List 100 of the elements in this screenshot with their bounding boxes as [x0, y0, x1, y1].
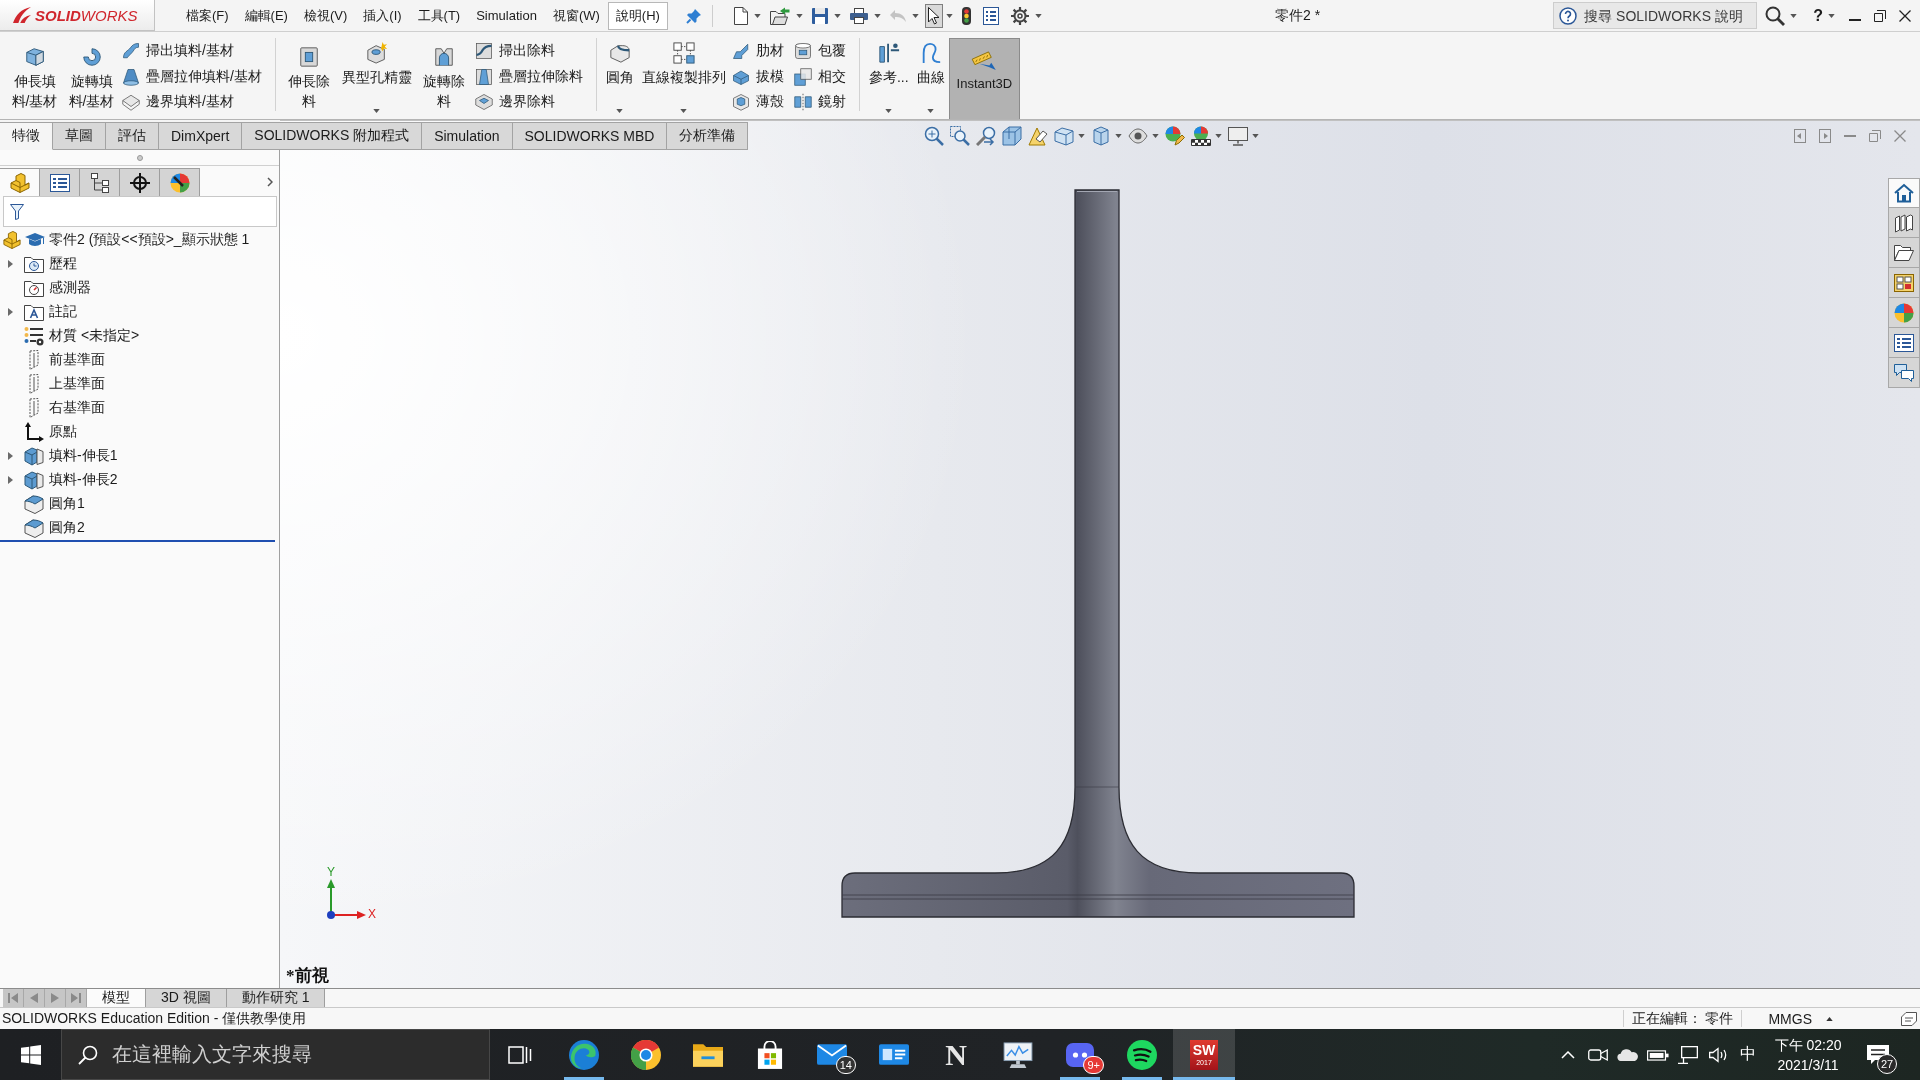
- caret-icon[interactable]: [1252, 133, 1259, 138]
- splitter-handle-icon[interactable]: [136, 154, 143, 161]
- tab[interactable]: 模型: [87, 989, 146, 1007]
- pin-icon[interactable]: [685, 7, 702, 24]
- task-pane-tab[interactable]: [1888, 178, 1920, 208]
- ribbon-button[interactable]: 異型孔精靈: [337, 32, 416, 87]
- ribbon-button[interactable]: 邊界填料/基材: [122, 90, 262, 114]
- ribbon-button[interactable]: 邊界除料: [474, 90, 583, 114]
- panel-tab[interactable]: [160, 168, 200, 196]
- menu-item[interactable]: 視窗(W): [544, 1, 608, 30]
- caret-icon[interactable]: [680, 109, 688, 113]
- tab[interactable]: Simulation: [422, 122, 513, 150]
- caret-icon[interactable]: [795, 13, 803, 18]
- panel-tab[interactable]: [120, 168, 160, 196]
- menu-item[interactable]: 說明(H): [607, 1, 668, 30]
- video-camera-icon[interactable]: [1588, 1047, 1608, 1062]
- ribbon-button[interactable]: 伸長填料/基材: [6, 32, 63, 111]
- tree-item[interactable]: 原點: [49, 423, 77, 441]
- tree-item[interactable]: 圓角1: [49, 495, 85, 513]
- tree-item[interactable]: 註記: [49, 303, 77, 321]
- zoom-area-icon[interactable]: [950, 125, 970, 146]
- ribbon-button[interactable]: 肋材: [731, 39, 784, 63]
- input-method-indicator[interactable]: 中: [1733, 1029, 1763, 1080]
- zoom-fit-icon[interactable]: [924, 125, 944, 146]
- appearance-edit-icon[interactable]: [1165, 125, 1185, 146]
- tile-left-icon[interactable]: [1794, 128, 1806, 143]
- task-pane-tab[interactable]: [1888, 238, 1920, 268]
- caret-icon[interactable]: [1152, 133, 1159, 138]
- menu-item[interactable]: 編輯(E): [236, 1, 296, 30]
- ribbon-button[interactable]: 掃出除料: [474, 39, 583, 63]
- task-pane-tab[interactable]: [1888, 268, 1920, 298]
- ribbon-button[interactable]: 薄殼: [731, 90, 784, 114]
- ribbon-button[interactable]: 鏡射: [793, 90, 846, 114]
- ribbon-button[interactable]: 疊層拉伸除料: [474, 64, 583, 89]
- cloud-icon[interactable]: [1617, 1048, 1639, 1061]
- tab[interactable]: 評估: [106, 122, 159, 150]
- menu-item[interactable]: Simulation: [468, 3, 545, 28]
- tree-item[interactable]: 填料-伸長1: [49, 447, 118, 465]
- tab[interactable]: 3D 視圖: [146, 989, 227, 1007]
- ribbon-button[interactable]: 旋轉除料: [415, 32, 473, 111]
- expand-arrow-icon[interactable]: [7, 476, 13, 484]
- tree-item[interactable]: 右基準面: [49, 399, 105, 417]
- menu-item[interactable]: 插入(I): [355, 1, 410, 30]
- ribbon-button[interactable]: 疊層拉伸填料/基材: [122, 64, 262, 89]
- tree-item[interactable]: 填料-伸長2: [49, 471, 118, 489]
- caret-icon[interactable]: [1826, 1016, 1833, 1021]
- caret-icon[interactable]: [833, 13, 841, 18]
- speaker-icon[interactable]: [1708, 1045, 1728, 1064]
- caret-icon[interactable]: [1034, 13, 1042, 18]
- caret-icon[interactable]: [927, 109, 935, 113]
- ribbon-button[interactable]: 相交: [793, 64, 846, 89]
- clock-date[interactable]: 2021/3/11: [1777, 1054, 1839, 1075]
- ribbon-button[interactable]: 圓角: [601, 32, 638, 87]
- caret-icon[interactable]: [873, 13, 881, 18]
- caret-icon[interactable]: [373, 109, 381, 113]
- section-view-icon[interactable]: [1002, 125, 1022, 146]
- task-pane-tab[interactable]: [1888, 328, 1920, 358]
- tab[interactable]: SOLIDWORKS 附加程式: [242, 122, 423, 150]
- taskbar-app-button[interactable]: N: [925, 1029, 987, 1080]
- tree-item[interactable]: 零件2 (預設<<預設>_顯示狀態 1: [49, 231, 250, 249]
- tree-item[interactable]: 前基準面: [49, 351, 105, 369]
- ribbon-button[interactable]: 曲線: [912, 32, 949, 87]
- network-icon[interactable]: [1678, 1045, 1698, 1064]
- clock-time[interactable]: 下午 02:20: [1774, 1034, 1842, 1055]
- chevron-right-icon[interactable]: [267, 177, 273, 187]
- ribbon-button[interactable]: 參考...: [864, 32, 913, 87]
- scene-icon[interactable]: [1191, 125, 1211, 146]
- expand-arrow-icon[interactable]: [7, 260, 13, 268]
- close-icon[interactable]: [1899, 9, 1911, 22]
- caret-icon[interactable]: [885, 109, 893, 113]
- tab[interactable]: DimXpert: [159, 122, 243, 150]
- eye-icon[interactable]: [1128, 125, 1148, 146]
- tab[interactable]: 特徵: [0, 122, 53, 150]
- menu-item[interactable]: 檔案(F): [178, 1, 237, 30]
- ribbon-button[interactable]: 旋轉填料/基材: [63, 32, 120, 111]
- tree-item[interactable]: 材質 <未指定>: [49, 327, 140, 345]
- ribbon-button[interactable]: 直線複製排列: [637, 32, 730, 87]
- chevron-up-icon[interactable]: [1561, 1050, 1575, 1059]
- ribbon-button[interactable]: Instant3D: [948, 38, 1021, 119]
- restore-icon[interactable]: [1874, 9, 1886, 22]
- monitor-icon[interactable]: [1228, 125, 1248, 146]
- battery-icon[interactable]: [1647, 1048, 1669, 1061]
- panel-tab[interactable]: [40, 168, 80, 196]
- caret-icon[interactable]: [1115, 133, 1122, 138]
- expand-arrow-icon[interactable]: [7, 452, 13, 460]
- filter-field[interactable]: [3, 196, 277, 227]
- previous-view-icon[interactable]: [976, 125, 996, 146]
- task-pane-tab[interactable]: [1888, 358, 1920, 388]
- annotation-view-icon[interactable]: [1028, 125, 1048, 146]
- ribbon-button[interactable]: 伸長除料: [280, 32, 338, 111]
- ribbon-button[interactable]: 包覆: [793, 39, 846, 63]
- menu-item[interactable]: 工具(T): [409, 1, 469, 30]
- help-button[interactable]: ?: [1813, 6, 1823, 25]
- task-pane-tab[interactable]: [1888, 208, 1920, 238]
- caret-icon[interactable]: [1078, 133, 1085, 138]
- window-panes-icon[interactable]: [21, 1044, 41, 1065]
- caret-icon[interactable]: [616, 109, 624, 113]
- tab[interactable]: SOLIDWORKS MBD: [512, 122, 668, 150]
- ribbon-button[interactable]: 拔模: [731, 64, 784, 89]
- tree-item[interactable]: 上基準面: [49, 375, 105, 393]
